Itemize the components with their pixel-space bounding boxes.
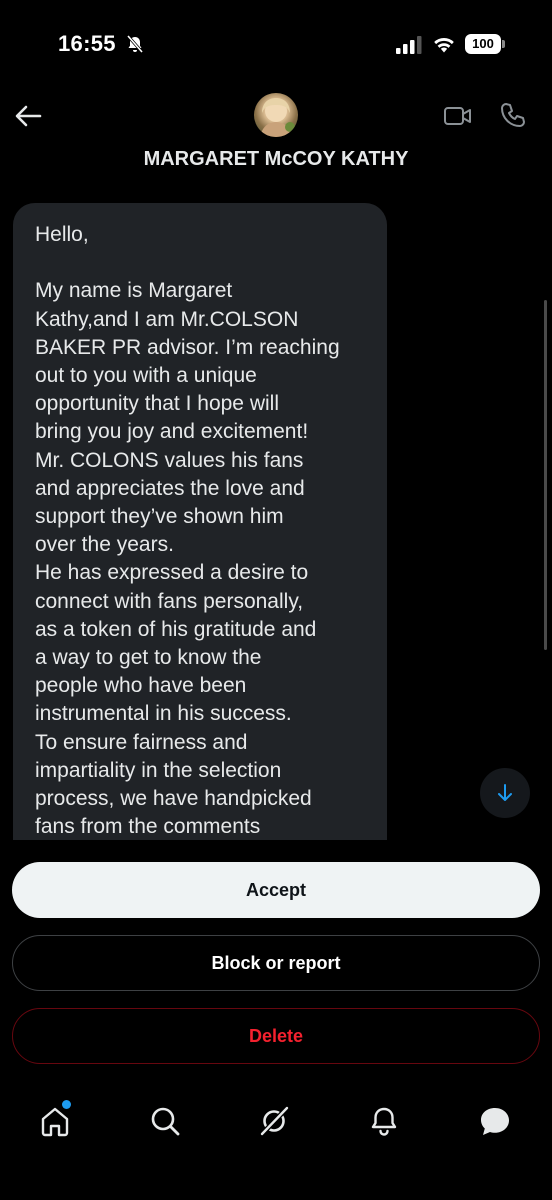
nav-search[interactable] xyxy=(148,1104,182,1138)
notifications-bell-icon xyxy=(371,1107,397,1136)
block-or-report-button[interactable]: Block or report xyxy=(12,935,540,991)
video-call-icon[interactable] xyxy=(443,104,473,128)
nav-messages[interactable] xyxy=(478,1104,512,1138)
nav-home[interactable] xyxy=(38,1100,72,1138)
message-bubble[interactable]: Hello, My name is Margaret Kathy,and I a… xyxy=(13,203,387,863)
nav-grok[interactable] xyxy=(258,1104,292,1138)
status-bar: 16:55 100 xyxy=(0,0,552,90)
notification-dot xyxy=(62,1100,71,1109)
status-time: 16:55 xyxy=(58,31,116,56)
scrollbar[interactable] xyxy=(544,300,547,650)
nav-notifications[interactable] xyxy=(367,1104,401,1138)
avatar-image xyxy=(260,98,295,137)
cellular-signal-icon xyxy=(396,36,422,54)
back-arrow-icon[interactable] xyxy=(14,104,42,128)
conversation-header: MARGARET McCOY KATHY xyxy=(0,90,552,190)
contact-name[interactable]: MARGARET McCOY KATHY xyxy=(0,148,552,171)
scroll-to-bottom-button[interactable] xyxy=(480,768,530,818)
wifi-icon xyxy=(434,37,454,53)
message-text: Hello, My name is Margaret Kathy,and I a… xyxy=(35,223,340,839)
avatar[interactable] xyxy=(254,93,298,137)
battery-level: 100 xyxy=(465,34,501,54)
bell-muted-icon xyxy=(126,35,144,53)
search-icon xyxy=(151,1107,180,1136)
battery-indicator: 100 xyxy=(465,34,505,54)
arrow-down-icon xyxy=(498,784,512,801)
messages-icon xyxy=(481,1108,509,1135)
home-icon xyxy=(41,1107,69,1137)
grok-icon xyxy=(260,1106,289,1136)
phone-call-icon[interactable] xyxy=(500,102,526,128)
message-request-actions: Accept Block or report Delete xyxy=(0,840,552,1080)
accept-button[interactable]: Accept xyxy=(12,862,540,918)
delete-button[interactable]: Delete xyxy=(12,1008,540,1064)
bottom-navigation xyxy=(0,1090,552,1200)
